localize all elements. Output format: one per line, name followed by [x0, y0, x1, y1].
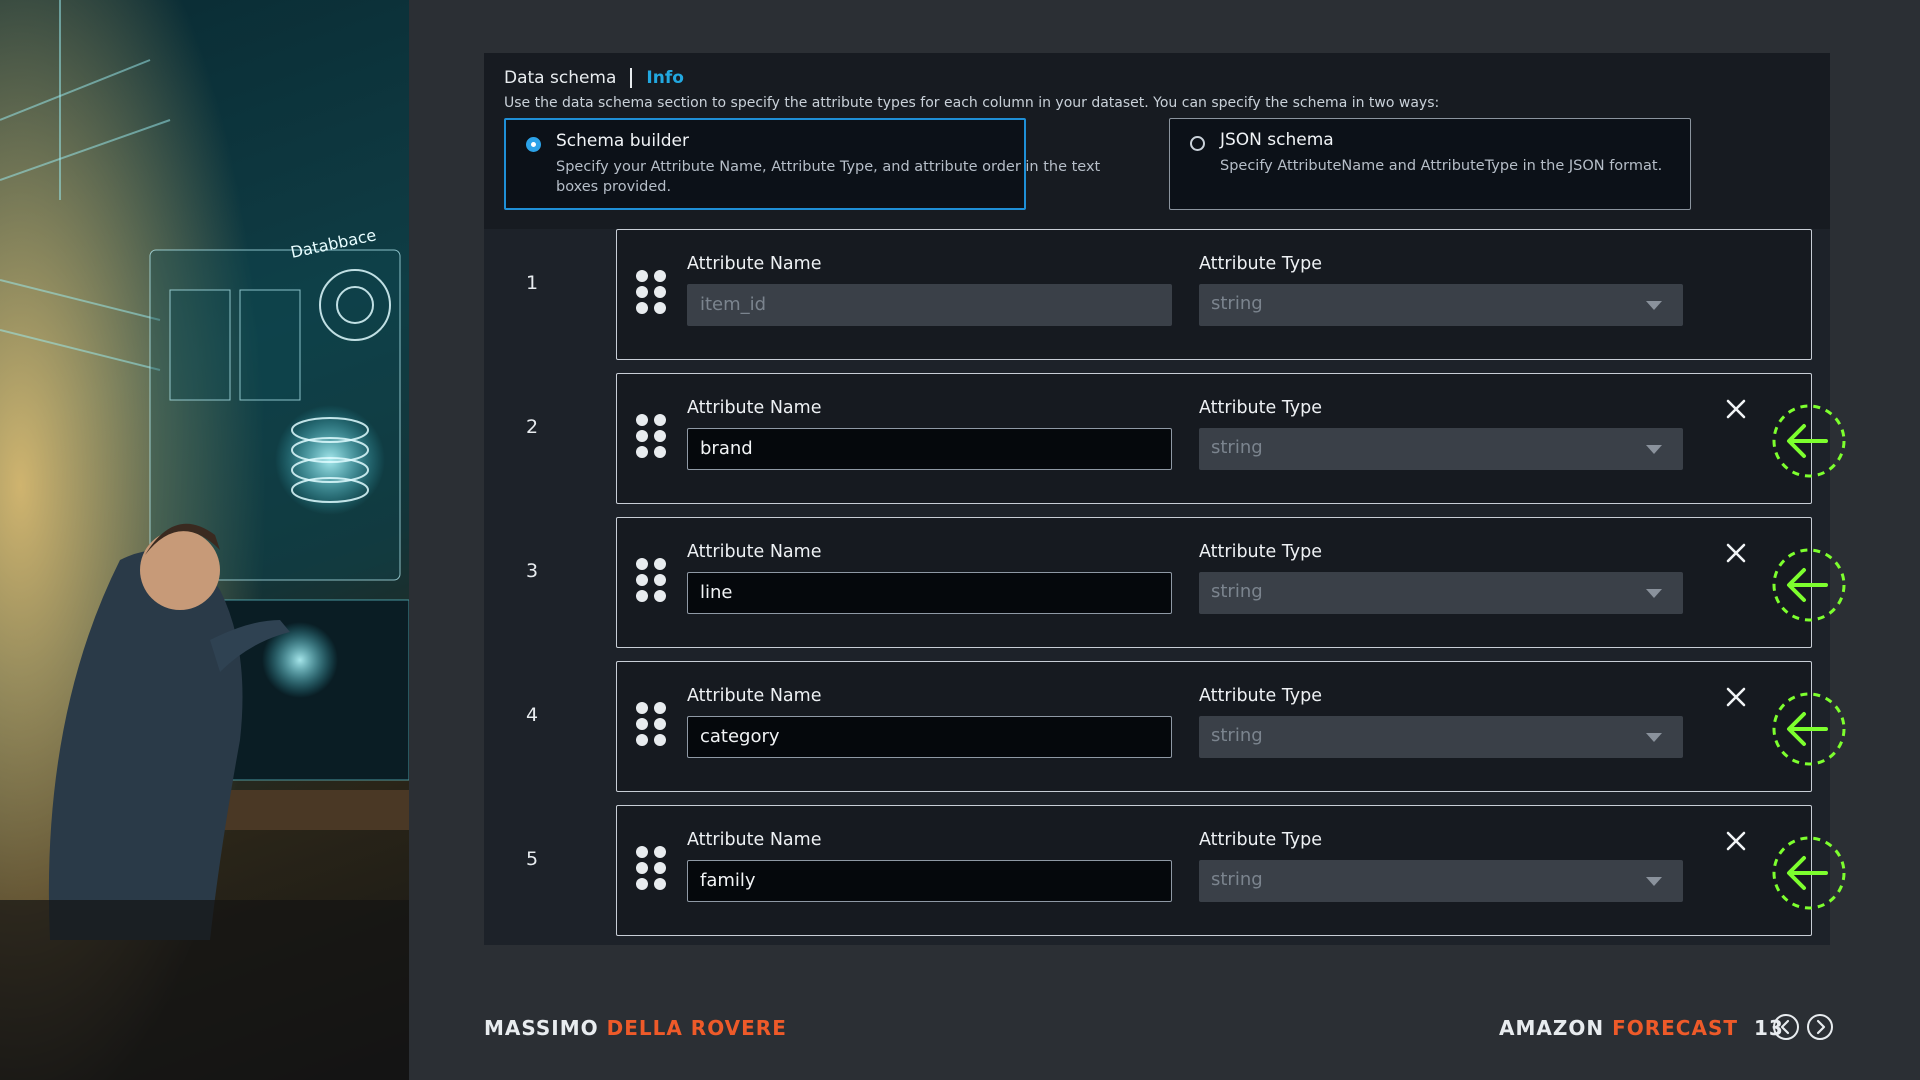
previous-slide-button[interactable] [1773, 1014, 1799, 1040]
attribute-name-input[interactable]: line [687, 572, 1172, 614]
attribute-name-label: Attribute Name [687, 254, 822, 274]
author-first-name: MASSIMO [484, 1016, 599, 1040]
option-description: Specify AttributeName and AttributeType … [1220, 158, 1663, 174]
highlight-arrow-icon [1772, 548, 1846, 622]
attribute-type-select[interactable]: string [1199, 572, 1683, 614]
illustration-panel: Databbace [0, 0, 409, 1080]
attribute-name-label: Attribute Name [687, 398, 822, 418]
json-schema-option[interactable]: JSON schema Specify AttributeName and At… [1169, 118, 1691, 210]
row-number: 2 [526, 416, 539, 438]
attribute-row: Attribute Name Attribute Type family str… [616, 805, 1812, 936]
remove-row-icon[interactable] [1725, 542, 1747, 564]
attribute-name-input[interactable]: family [687, 860, 1172, 902]
attribute-type-select[interactable]: string [1199, 860, 1683, 902]
author-credit: MASSIMO DELLA ROVERE [484, 1016, 787, 1040]
option-title: JSON schema [1220, 130, 1334, 150]
section-title: Data schema [504, 68, 617, 88]
caret-down-icon [1646, 589, 1662, 598]
author-last-name: DELLA ROVERE [606, 1016, 787, 1040]
attribute-type-label: Attribute Type [1199, 830, 1323, 850]
attribute-name-input[interactable]: category [687, 716, 1172, 758]
drag-handle-icon[interactable] [636, 558, 670, 604]
option-title: Schema builder [556, 131, 690, 151]
attribute-row: Attribute Name Attribute Type item_id st… [616, 229, 1812, 360]
caret-down-icon [1646, 301, 1662, 310]
slide-topic: AMAZON FORECAST 13 [1499, 1016, 1784, 1040]
row-number: 3 [526, 560, 539, 582]
select-value: string [1211, 725, 1263, 746]
select-value: string [1211, 437, 1263, 458]
select-value: string [1211, 869, 1263, 890]
topic-second-word: FORECAST [1612, 1016, 1739, 1040]
attribute-list: 1 Attribute Name Attribute Type item_id … [484, 229, 1830, 945]
info-link[interactable]: Info [646, 68, 684, 88]
attribute-name-label: Attribute Name [687, 830, 822, 850]
remove-row-icon[interactable] [1725, 830, 1747, 852]
attribute-row: Attribute Name Attribute Type brand stri… [616, 373, 1812, 504]
option-description: Specify your Attribute Name, Attribute T… [556, 159, 1101, 195]
drag-handle-icon[interactable] [636, 702, 670, 748]
section-header: Data schema Info [504, 68, 684, 88]
attribute-name-input: item_id [687, 284, 1172, 326]
highlight-arrow-icon [1772, 692, 1846, 766]
json-schema-radio[interactable] [1190, 136, 1205, 151]
select-value: string [1211, 293, 1263, 314]
attribute-type-label: Attribute Type [1199, 542, 1323, 562]
caret-down-icon [1646, 733, 1662, 742]
topic-first-word: AMAZON [1499, 1016, 1605, 1040]
data-schema-panel: Data schema Info Use the data schema sec… [484, 53, 1830, 945]
header-divider [630, 68, 633, 88]
datacenter-illustration: Databbace [0, 0, 409, 1080]
select-value: string [1211, 581, 1263, 602]
attribute-name-label: Attribute Name [687, 686, 822, 706]
highlight-arrow-icon [1772, 836, 1846, 910]
attribute-type-select[interactable]: string [1199, 716, 1683, 758]
attribute-type-label: Attribute Type [1199, 254, 1323, 274]
caret-down-icon [1646, 445, 1662, 454]
row-number: 1 [526, 272, 539, 294]
row-number: 5 [526, 848, 539, 870]
attribute-type-select[interactable]: string [1199, 428, 1683, 470]
drag-handle-icon[interactable] [636, 270, 670, 316]
schema-builder-radio[interactable] [526, 137, 541, 152]
attribute-row: Attribute Name Attribute Type line strin… [616, 517, 1812, 648]
section-description: Use the data schema section to specify t… [504, 95, 1440, 111]
chevron-right-icon [1816, 1019, 1826, 1035]
row-number: 4 [526, 704, 539, 726]
attribute-type-label: Attribute Type [1199, 398, 1323, 418]
remove-row-icon[interactable] [1725, 686, 1747, 708]
next-slide-button[interactable] [1807, 1014, 1833, 1040]
attribute-type-label: Attribute Type [1199, 686, 1323, 706]
highlight-arrow-icon [1772, 404, 1846, 478]
drag-handle-icon[interactable] [636, 846, 670, 892]
caret-down-icon [1646, 877, 1662, 886]
attribute-name-input[interactable]: brand [687, 428, 1172, 470]
attribute-name-label: Attribute Name [687, 542, 822, 562]
drag-handle-icon[interactable] [636, 414, 670, 460]
remove-row-icon[interactable] [1725, 398, 1747, 420]
attribute-type-select: string [1199, 284, 1683, 326]
chevron-left-icon [1780, 1019, 1790, 1035]
attribute-row: Attribute Name Attribute Type category s… [616, 661, 1812, 792]
schema-builder-option[interactable]: Schema builder Specify your Attribute Na… [504, 118, 1100, 210]
